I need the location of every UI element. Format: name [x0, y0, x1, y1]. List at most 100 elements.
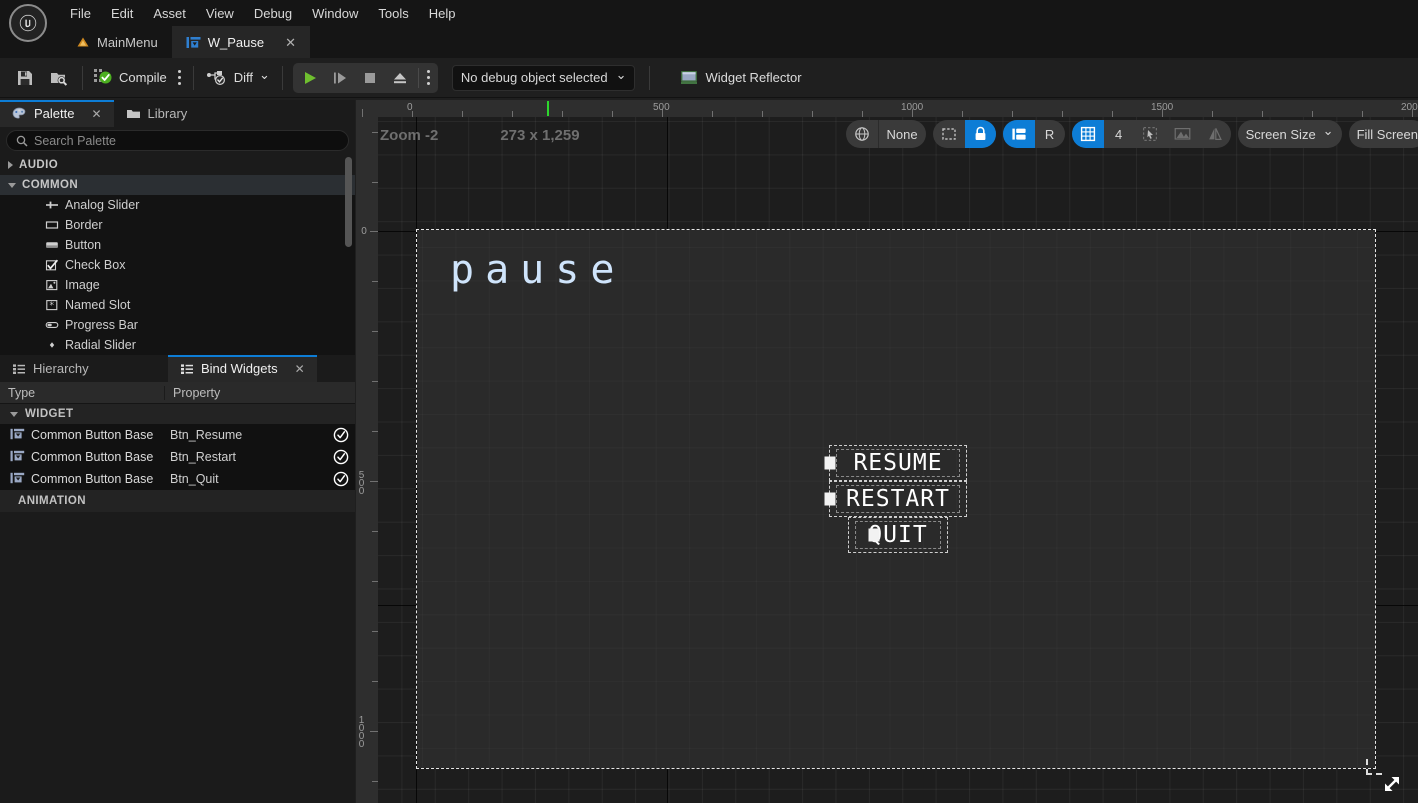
diff-button[interactable]: Diff ⌄: [200, 62, 276, 94]
row-status[interactable]: [327, 471, 355, 487]
eject-button[interactable]: [385, 64, 415, 92]
bound-check-icon: [333, 471, 349, 487]
check-box-icon: [45, 258, 59, 272]
palette-item-button[interactable]: Button: [0, 235, 355, 255]
table-row[interactable]: Common Button Base Btn_Quit: [0, 468, 355, 490]
bind-widgets-icon: [181, 363, 193, 374]
fill-screen-button[interactable]: Fill Screen: [1349, 120, 1418, 148]
widget-reflector-label: Widget Reflector: [705, 70, 802, 85]
screen-size-button[interactable]: Screen Size ⌄: [1238, 120, 1342, 148]
bind-widgets-group-widget[interactable]: WIDGET: [0, 404, 355, 424]
bind-widgets-group-animation[interactable]: ANIMATION: [0, 490, 355, 512]
analog-slider-icon: [45, 198, 59, 212]
pointer-snap-button[interactable]: [1134, 120, 1166, 148]
palette-item-named-slot[interactable]: * Named Slot: [0, 295, 355, 315]
menu-item-view[interactable]: View: [196, 3, 244, 24]
designer-viewport[interactable]: 0 500 1000 1500 200 0 500 1000 pause RES…: [356, 100, 1418, 803]
compile-icon: [94, 68, 112, 83]
palette-category-audio[interactable]: AUDIO: [0, 155, 355, 175]
search-input[interactable]: [34, 133, 339, 148]
ruler-vertical[interactable]: 0 500 1000: [356, 117, 378, 803]
column-header-property[interactable]: Property: [164, 385, 330, 400]
lock-button[interactable]: [964, 120, 996, 148]
menu-item-asset[interactable]: Asset: [143, 3, 196, 24]
pause-title-text[interactable]: Pause: [450, 247, 625, 293]
toolbar-separator-4: [649, 65, 651, 90]
widget-reflector-icon: [681, 71, 698, 84]
stop-button[interactable]: [355, 64, 385, 92]
grid-snap-value[interactable]: 4: [1104, 120, 1134, 148]
palette-item-image[interactable]: Image: [0, 275, 355, 295]
play-controls-group: [292, 62, 438, 93]
tab-bind-widgets[interactable]: Bind Widgets ✕: [168, 355, 317, 382]
unreal-engine-logo-icon[interactable]: [9, 4, 47, 42]
play-options-icon[interactable]: [422, 64, 436, 92]
rotate-button[interactable]: R: [1035, 120, 1065, 148]
menu-items: File Edit Asset View Debug Window Tools …: [60, 0, 466, 26]
palette-item-progress-bar[interactable]: Progress Bar: [0, 315, 355, 335]
menu-item-file[interactable]: File: [60, 3, 101, 24]
palette-scrollbar[interactable]: [345, 157, 352, 247]
row-type-cell: Common Button Base: [0, 428, 164, 443]
tab-palette-close-icon[interactable]: ✕: [91, 107, 101, 121]
resize-handle-left[interactable]: [824, 456, 836, 470]
compile-options-icon[interactable]: [173, 64, 187, 92]
globe-button[interactable]: [846, 120, 878, 148]
resize-handle-left[interactable]: [824, 492, 836, 506]
menu-item-edit[interactable]: Edit: [101, 3, 143, 24]
play-button[interactable]: [295, 64, 325, 92]
screen-size-label: Screen Size: [1245, 126, 1316, 142]
left-panel-column: Palette ✕ Library Search Palette AUDIO C…: [0, 100, 355, 803]
tab-close-icon[interactable]: ✕: [285, 36, 296, 49]
column-header-type[interactable]: Type: [0, 386, 164, 400]
table-row[interactable]: Common Button Base Btn_Resume: [0, 424, 355, 446]
grid-snap-button[interactable]: [1071, 120, 1104, 148]
table-row[interactable]: Common Button Base Btn_Restart: [0, 446, 355, 468]
selection-outline-button[interactable]: [933, 120, 965, 148]
btn-restart-preview[interactable]: RESTART: [824, 481, 967, 517]
palette-item-analog-slider[interactable]: Analog Slider: [0, 195, 355, 215]
widget-reflector-button[interactable]: Widget Reflector: [672, 63, 809, 93]
menu-item-help[interactable]: Help: [419, 3, 466, 24]
tab-palette[interactable]: Palette ✕: [0, 100, 114, 127]
button-icon: [45, 238, 59, 252]
palette-list[interactable]: AUDIO COMMON Analog Slider Border Button…: [0, 155, 355, 355]
tab-w-pause[interactable]: W_Pause ✕: [171, 26, 310, 58]
palette-item-border[interactable]: Border: [0, 215, 355, 235]
progress-bar-icon: [45, 318, 59, 332]
localization-label[interactable]: None: [879, 120, 926, 148]
save-button[interactable]: [8, 62, 42, 94]
chevron-down-icon: [8, 182, 16, 188]
palette-item-radial-slider[interactable]: Radial Slider: [0, 335, 355, 355]
ruler-horizontal[interactable]: 0 500 1000 1500 200: [356, 100, 1418, 117]
selection-outline-icon: [941, 128, 956, 140]
tab-w-pause-label: W_Pause: [207, 34, 265, 50]
design-canvas[interactable]: Pause RESUME RESTART QUIT: [378, 117, 1418, 803]
search-box[interactable]: [6, 130, 349, 151]
tab-library[interactable]: Library: [113, 100, 200, 127]
btn-resume-preview[interactable]: RESUME: [824, 445, 967, 481]
debug-object-select[interactable]: No debug object selected ⌄: [451, 64, 636, 91]
menu-item-debug[interactable]: Debug: [244, 3, 302, 24]
resize-handle-left[interactable]: [868, 528, 880, 542]
tab-bind-widgets-close-icon[interactable]: ✕: [295, 362, 305, 376]
menu-item-tools[interactable]: Tools: [368, 3, 418, 24]
image-snap-button[interactable]: [1166, 120, 1199, 148]
tab-mainmenu[interactable]: MainMenu: [62, 26, 172, 58]
row-status[interactable]: [327, 449, 355, 465]
dock-panel-button[interactable]: [1002, 120, 1035, 148]
menu-item-window[interactable]: Window: [302, 3, 368, 24]
mirror-button[interactable]: [1199, 120, 1231, 148]
tab-hierarchy[interactable]: Hierarchy: [0, 355, 168, 382]
btn-quit-preview[interactable]: QUIT: [848, 517, 948, 553]
resize-diagonal-icon[interactable]: [1381, 773, 1403, 795]
compile-button[interactable]: Compile: [89, 62, 173, 94]
save-icon: [18, 70, 32, 85]
compile-button-label: Compile: [119, 70, 167, 85]
step-button[interactable]: [325, 64, 355, 92]
widget-preview-canvas[interactable]: Pause RESUME RESTART QUIT: [416, 229, 1376, 769]
palette-item-check-box[interactable]: Check Box: [0, 255, 355, 275]
palette-category-common[interactable]: COMMON: [0, 175, 355, 195]
browse-content-button[interactable]: [42, 62, 76, 94]
row-status[interactable]: [327, 427, 355, 443]
